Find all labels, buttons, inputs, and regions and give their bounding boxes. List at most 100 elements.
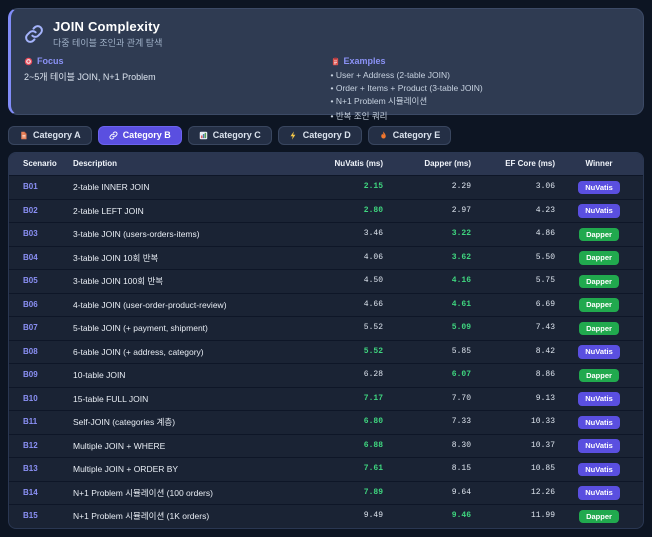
table-row: B11 Self-JOIN (categories 계층) 6.80 7.33 … (9, 410, 643, 435)
tab-label: Category C (212, 130, 261, 140)
column-header-dapper: Dapper (ms) (383, 153, 471, 176)
dapper-value: 8.15 (451, 464, 471, 474)
dapper-value: 7.70 (451, 393, 471, 403)
table-row: B08 6-table JOIN (+ address, category) 5… (9, 340, 643, 364)
nuvatis-value: 7.89 (363, 487, 383, 497)
efcore-value: 10.33 (530, 417, 555, 427)
dapper-value: 6.07 (451, 370, 471, 380)
scenario-description: 3-table JOIN 10회 반복 (73, 252, 159, 263)
examples-label: Examples (343, 56, 386, 66)
example-item: User + Address (2-table JOIN) (331, 70, 628, 80)
column-header-scenario: Scenario (9, 153, 73, 176)
nuvatis-value: 5.52 (363, 346, 383, 356)
scenario-description: N+1 Problem 시뮬레이션 (1K orders) (73, 511, 210, 522)
results-table-card: Scenario Description NuVatis (ms) Dapper… (8, 152, 644, 529)
nuvatis-value: 7.61 (363, 464, 383, 474)
nuvatis-value: 2.80 (363, 205, 383, 215)
nuvatis-value: 5.52 (363, 323, 383, 333)
scenario-id: B04 (23, 252, 38, 262)
winner-badge: NuVatis (578, 462, 620, 476)
bolt-icon (289, 131, 298, 140)
table-row: B09 10-table JOIN 6.28 6.07 8.86 Dapper (9, 363, 643, 388)
dapper-value: 2.29 (451, 182, 471, 192)
tab-category-a[interactable]: Category A (8, 126, 92, 145)
table-row: B01 2-table INNER JOIN 2.15 2.29 3.06 Nu… (9, 175, 643, 200)
dapper-value: 2.97 (451, 205, 471, 215)
table-header-row: Scenario Description NuVatis (ms) Dapper… (9, 153, 643, 176)
winner-badge: NuVatis (578, 204, 620, 218)
dapper-value: 4.16 (451, 276, 471, 286)
tab-label: Category D (302, 130, 351, 140)
examples-block: Examples User + Address (2-table JOIN) O… (331, 56, 628, 124)
efcore-value: 4.23 (535, 205, 555, 215)
scenario-description: 4-table JOIN (user-order-product-review) (73, 299, 227, 310)
clipboard-icon (331, 57, 340, 66)
chart-icon (199, 131, 208, 140)
flame-icon (379, 131, 388, 140)
efcore-value: 8.86 (535, 370, 555, 380)
scenario-id: B15 (23, 511, 38, 521)
scenario-id: B11 (23, 417, 38, 427)
column-header-description: Description (73, 153, 293, 176)
efcore-value: 5.50 (535, 252, 555, 262)
scenario-description: 3-table JOIN (users-orders-items) (73, 229, 200, 240)
scenario-id: B09 (23, 370, 38, 380)
winner-badge: NuVatis (578, 345, 620, 359)
efcore-value: 10.85 (530, 464, 555, 474)
scenario-description: 5-table JOIN (+ payment, shipment) (73, 323, 208, 334)
example-item: N+1 Problem 시뮬레이션 (331, 95, 628, 107)
scenario-id: B10 (23, 393, 38, 403)
tab-category-e[interactable]: Category E (367, 126, 452, 145)
efcore-value: 10.37 (530, 440, 555, 450)
winner-badge: NuVatis (578, 180, 620, 194)
example-item: 반복 조인 쿼리 (331, 110, 628, 122)
scenario-id: B01 (23, 182, 38, 192)
winner-badge: Dapper (579, 509, 619, 523)
dapper-value: 3.62 (451, 252, 471, 262)
efcore-value: 8.42 (535, 346, 555, 356)
link-icon (24, 24, 44, 44)
dapper-value: 7.33 (451, 417, 471, 427)
nuvatis-value: 4.06 (363, 252, 383, 262)
efcore-value: 12.26 (530, 487, 555, 497)
winner-badge: NuVatis (578, 439, 620, 453)
scenario-description: Self-JOIN (categories 계층) (73, 417, 176, 428)
examples-list: User + Address (2-table JOIN) Order + It… (331, 70, 628, 122)
scenario-description: 2-table LEFT JOIN (73, 205, 144, 216)
table-row: B02 2-table LEFT JOIN 2.80 2.97 4.23 NuV… (9, 199, 643, 223)
table-row: B13 Multiple JOIN + ORDER BY 7.61 8.15 1… (9, 457, 643, 482)
tab-category-c[interactable]: Category C (187, 126, 272, 145)
scenario-description: 15-table FULL JOIN (73, 393, 149, 404)
scenario-description: 3-table JOIN 100회 반복 (73, 276, 164, 287)
nuvatis-value: 6.80 (363, 417, 383, 427)
efcore-value: 4.86 (535, 229, 555, 239)
column-header-efcore: EF Core (ms) (471, 153, 555, 176)
table-row: B04 3-table JOIN 10회 반복 4.06 3.62 5.50 D… (9, 246, 643, 270)
scenario-id: B14 (23, 487, 38, 497)
scenario-id: B03 (23, 229, 38, 239)
column-header-nuvatis: NuVatis (ms) (293, 153, 383, 176)
dapper-value: 3.22 (451, 229, 471, 239)
efcore-value: 9.13 (535, 393, 555, 403)
dapper-value: 5.85 (451, 346, 471, 356)
focus-block: Focus 2~5개 테이블 JOIN, N+1 Problem (24, 56, 321, 124)
scenario-id: B13 (23, 464, 38, 474)
nuvatis-value: 2.15 (363, 182, 383, 192)
tab-category-b[interactable]: Category B (97, 126, 182, 145)
efcore-value: 6.69 (535, 299, 555, 309)
example-item: Order + Items + Product (3-table JOIN) (331, 83, 628, 93)
results-table: Scenario Description NuVatis (ms) Dapper… (9, 153, 643, 528)
page-title: JOIN Complexity (53, 19, 161, 34)
table-row: B06 4-table JOIN (user-order-product-rev… (9, 293, 643, 317)
scenario-id: B12 (23, 440, 38, 450)
page: JOIN Complexity 다중 테이블 조인과 관계 탐색 Focus 2… (0, 0, 652, 537)
winner-badge: Dapper (579, 321, 619, 335)
tab-category-d[interactable]: Category D (277, 126, 362, 145)
winner-badge: Dapper (579, 227, 619, 241)
dapper-value: 5.09 (451, 323, 471, 333)
scenario-description: 2-table INNER JOIN (73, 182, 150, 193)
winner-badge: NuVatis (578, 415, 620, 429)
scenario-description: Multiple JOIN + ORDER BY (73, 464, 179, 475)
dapper-value: 4.61 (451, 299, 471, 309)
scenario-description: 6-table JOIN (+ address, category) (73, 346, 204, 357)
